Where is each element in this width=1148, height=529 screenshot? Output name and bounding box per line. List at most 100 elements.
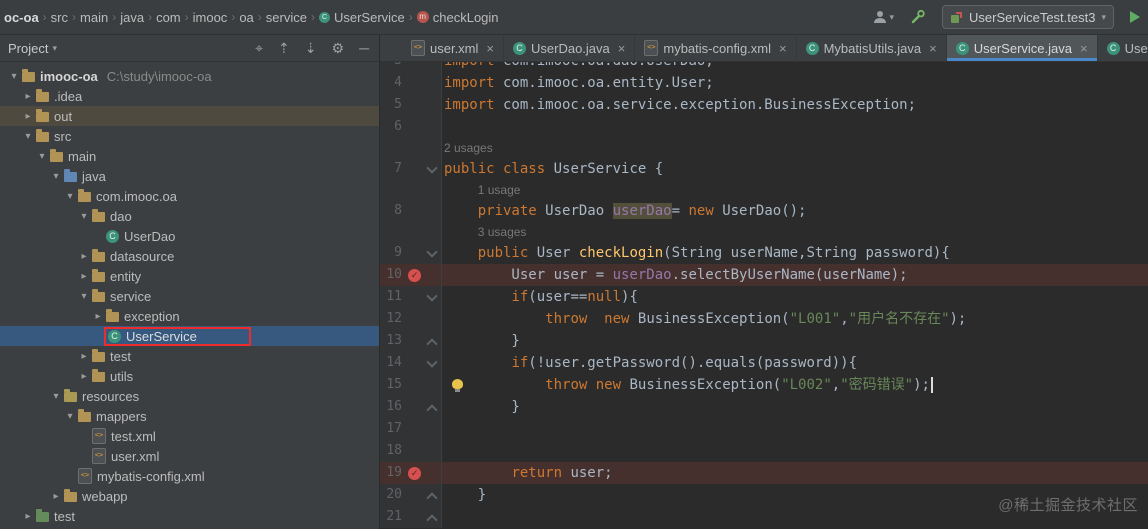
code-text[interactable]: User user = userDao.selectByUserName(use…	[442, 264, 1148, 286]
run-config-selector[interactable]: UserServiceTest.test3 ▾	[942, 5, 1114, 29]
tab-MybatisUtils.java[interactable]: C MybatisUtils.java ×	[797, 35, 947, 61]
chevron-down-icon[interactable]: ▾	[20, 131, 36, 142]
hide-icon[interactable]: ─	[359, 41, 369, 55]
code-text[interactable]: import com.imooc.oa.entity.User;	[442, 72, 1148, 94]
intention-bulb-icon[interactable]	[452, 379, 463, 392]
code-text[interactable]: }	[442, 330, 1148, 352]
breadcrumb-item-src[interactable]: src	[51, 10, 68, 25]
chevron-down-icon[interactable]: ▾	[34, 151, 50, 162]
collapse-all-icon[interactable]: ⇣	[305, 41, 317, 55]
code-text[interactable]: public class UserService {	[442, 158, 1148, 180]
tree-item-test.xml[interactable]: <> test.xml	[0, 426, 379, 446]
close-icon[interactable]: ×	[779, 41, 787, 56]
tab-mybatis-config.xml[interactable]: <> mybatis-config.xml ×	[635, 35, 797, 61]
chevron-right-icon[interactable]: ▸	[20, 111, 36, 122]
expand-all-icon[interactable]: ⇡	[278, 41, 290, 55]
tree-item-main[interactable]: ▾ main	[0, 146, 379, 166]
chevron-down-icon[interactable]: ▾	[62, 191, 78, 202]
breadcrumb-item-oa[interactable]: oa	[239, 10, 253, 25]
usages-hint[interactable]: 2 usages	[444, 138, 493, 158]
chevron-down-icon[interactable]: ▾	[48, 171, 64, 182]
code-text[interactable]	[442, 418, 1148, 440]
chevron-right-icon[interactable]: ▸	[76, 271, 92, 282]
breadcrumb-item-oc-oa[interactable]: oc-oa	[4, 10, 39, 25]
breadcrumb-item-UserService[interactable]: C UserService	[318, 10, 405, 25]
code-text[interactable]: private UserDao userDao= new UserDao();	[442, 200, 1148, 222]
breadcrumb-item-service[interactable]: service	[266, 10, 307, 25]
code-text[interactable]	[442, 116, 1148, 138]
tree-item-user.xml[interactable]: <> user.xml	[0, 446, 379, 466]
breadcrumb-item-checkLogin[interactable]: m checkLogin	[416, 10, 499, 25]
tree-item-src[interactable]: ▾ src	[0, 126, 379, 146]
breadcrumb-item-main[interactable]: main	[80, 10, 108, 25]
chevron-right-icon[interactable]: ▸	[48, 491, 64, 502]
close-icon[interactable]: ×	[618, 41, 626, 56]
chevron-right-icon[interactable]: ▸	[20, 91, 36, 102]
fold-start-icon[interactable]	[426, 290, 438, 302]
code-text[interactable]: 3 usages	[442, 222, 1148, 242]
tree-item-out[interactable]: ▸ out	[0, 106, 379, 126]
fold-start-icon[interactable]	[426, 246, 438, 258]
code-text[interactable]: return user;	[442, 462, 1148, 484]
code-editor[interactable]: 3 import com.imooc.oa.dao.UserDao; 4 import…	[380, 62, 1148, 529]
chevron-down-icon[interactable]: ▾	[76, 291, 92, 302]
code-text[interactable]: if(user==null){	[442, 286, 1148, 308]
usages-hint[interactable]: 3 usages	[478, 222, 527, 242]
code-text[interactable]: if(!user.getPassword().equals(password))…	[442, 352, 1148, 374]
tab-UserDao.java[interactable]: C UserDao.java ×	[504, 35, 636, 61]
fold-start-icon[interactable]	[426, 356, 438, 368]
breadcrumb-item-com[interactable]: com	[156, 10, 181, 25]
usages-hint[interactable]: 1 usage	[478, 180, 521, 200]
tree-item-test[interactable]: ▸ test	[0, 506, 379, 526]
tree-item-dao[interactable]: ▾ dao	[0, 206, 379, 226]
chevron-right-icon[interactable]: ▸	[20, 511, 36, 522]
tree-item-datasource[interactable]: ▸ datasource	[0, 246, 379, 266]
code-text[interactable]: public User checkLogin(String userName,S…	[442, 242, 1148, 264]
tree-item-com.imooc.oa[interactable]: ▾ com.imooc.oa	[0, 186, 379, 206]
project-dropdown[interactable]: Project	[8, 41, 48, 56]
code-text[interactable]	[442, 440, 1148, 462]
tree-item-service[interactable]: ▾ service	[0, 286, 379, 306]
tree-item-webapp[interactable]: ▸ webapp	[0, 486, 379, 506]
tree-item-.idea[interactable]: ▸ .idea	[0, 86, 379, 106]
chevron-down-icon[interactable]: ▾	[6, 71, 22, 82]
tree-item-exception[interactable]: ▸ exception	[0, 306, 379, 326]
tree-item-imooc-oa[interactable]: ▾ imooc-oa C:\study\imooc-oa	[0, 66, 379, 86]
code-text[interactable]: import com.imooc.oa.service.exception.Bu…	[442, 94, 1148, 116]
chevron-right-icon[interactable]: ▸	[76, 351, 92, 362]
code-text[interactable]: }	[442, 396, 1148, 418]
breakpoint-icon[interactable]: ✓	[408, 268, 421, 282]
tree-item-mybatis-config.xml[interactable]: <> mybatis-config.xml	[0, 466, 379, 486]
code-text[interactable]: throw new BusinessException("L002","密码错误…	[442, 374, 1148, 396]
close-icon[interactable]: ×	[1080, 41, 1088, 56]
build-tools-icon[interactable]	[910, 9, 926, 25]
close-icon[interactable]: ×	[929, 41, 937, 56]
breadcrumb-item-java[interactable]: java	[120, 10, 144, 25]
tree-item-java[interactable]: ▾ java	[0, 166, 379, 186]
tree-item-utils[interactable]: ▸ utils	[0, 366, 379, 386]
chevron-down-icon[interactable]: ▾	[76, 211, 92, 222]
tree-item-entity[interactable]: ▸ entity	[0, 266, 379, 286]
locate-icon[interactable]: ⌖	[255, 41, 263, 55]
fold-end-icon[interactable]	[426, 514, 438, 526]
fold-end-icon[interactable]	[426, 404, 438, 416]
breadcrumb-item-imooc[interactable]: imooc	[193, 10, 228, 25]
tab-UserSer[interactable]: C UserSer	[1098, 35, 1148, 61]
chevron-down-icon[interactable]: ▾	[48, 391, 64, 402]
code-text[interactable]: 2 usages	[442, 138, 1148, 158]
chevron-right-icon[interactable]: ▸	[76, 251, 92, 262]
tree-item-mappers[interactable]: ▾ mappers	[0, 406, 379, 426]
chevron-right-icon[interactable]: ▸	[90, 311, 106, 322]
tree-item-UserService[interactable]: C UserService	[0, 326, 379, 346]
tab-UserService.java[interactable]: C UserService.java ×	[946, 35, 1098, 61]
tab-user.xml[interactable]: <> user.xml ×	[402, 35, 504, 61]
user-account-button[interactable]: ▾	[872, 9, 894, 25]
chevron-down-icon[interactable]: ▾	[62, 411, 78, 422]
close-icon[interactable]: ×	[486, 41, 494, 56]
fold-start-icon[interactable]	[426, 162, 438, 174]
run-button[interactable]	[1130, 11, 1140, 23]
tree-item-test[interactable]: ▸ test	[0, 346, 379, 366]
settings-icon[interactable]: ⚙	[332, 41, 345, 55]
chevron-right-icon[interactable]: ▸	[76, 371, 92, 382]
fold-end-icon[interactable]	[426, 492, 438, 504]
